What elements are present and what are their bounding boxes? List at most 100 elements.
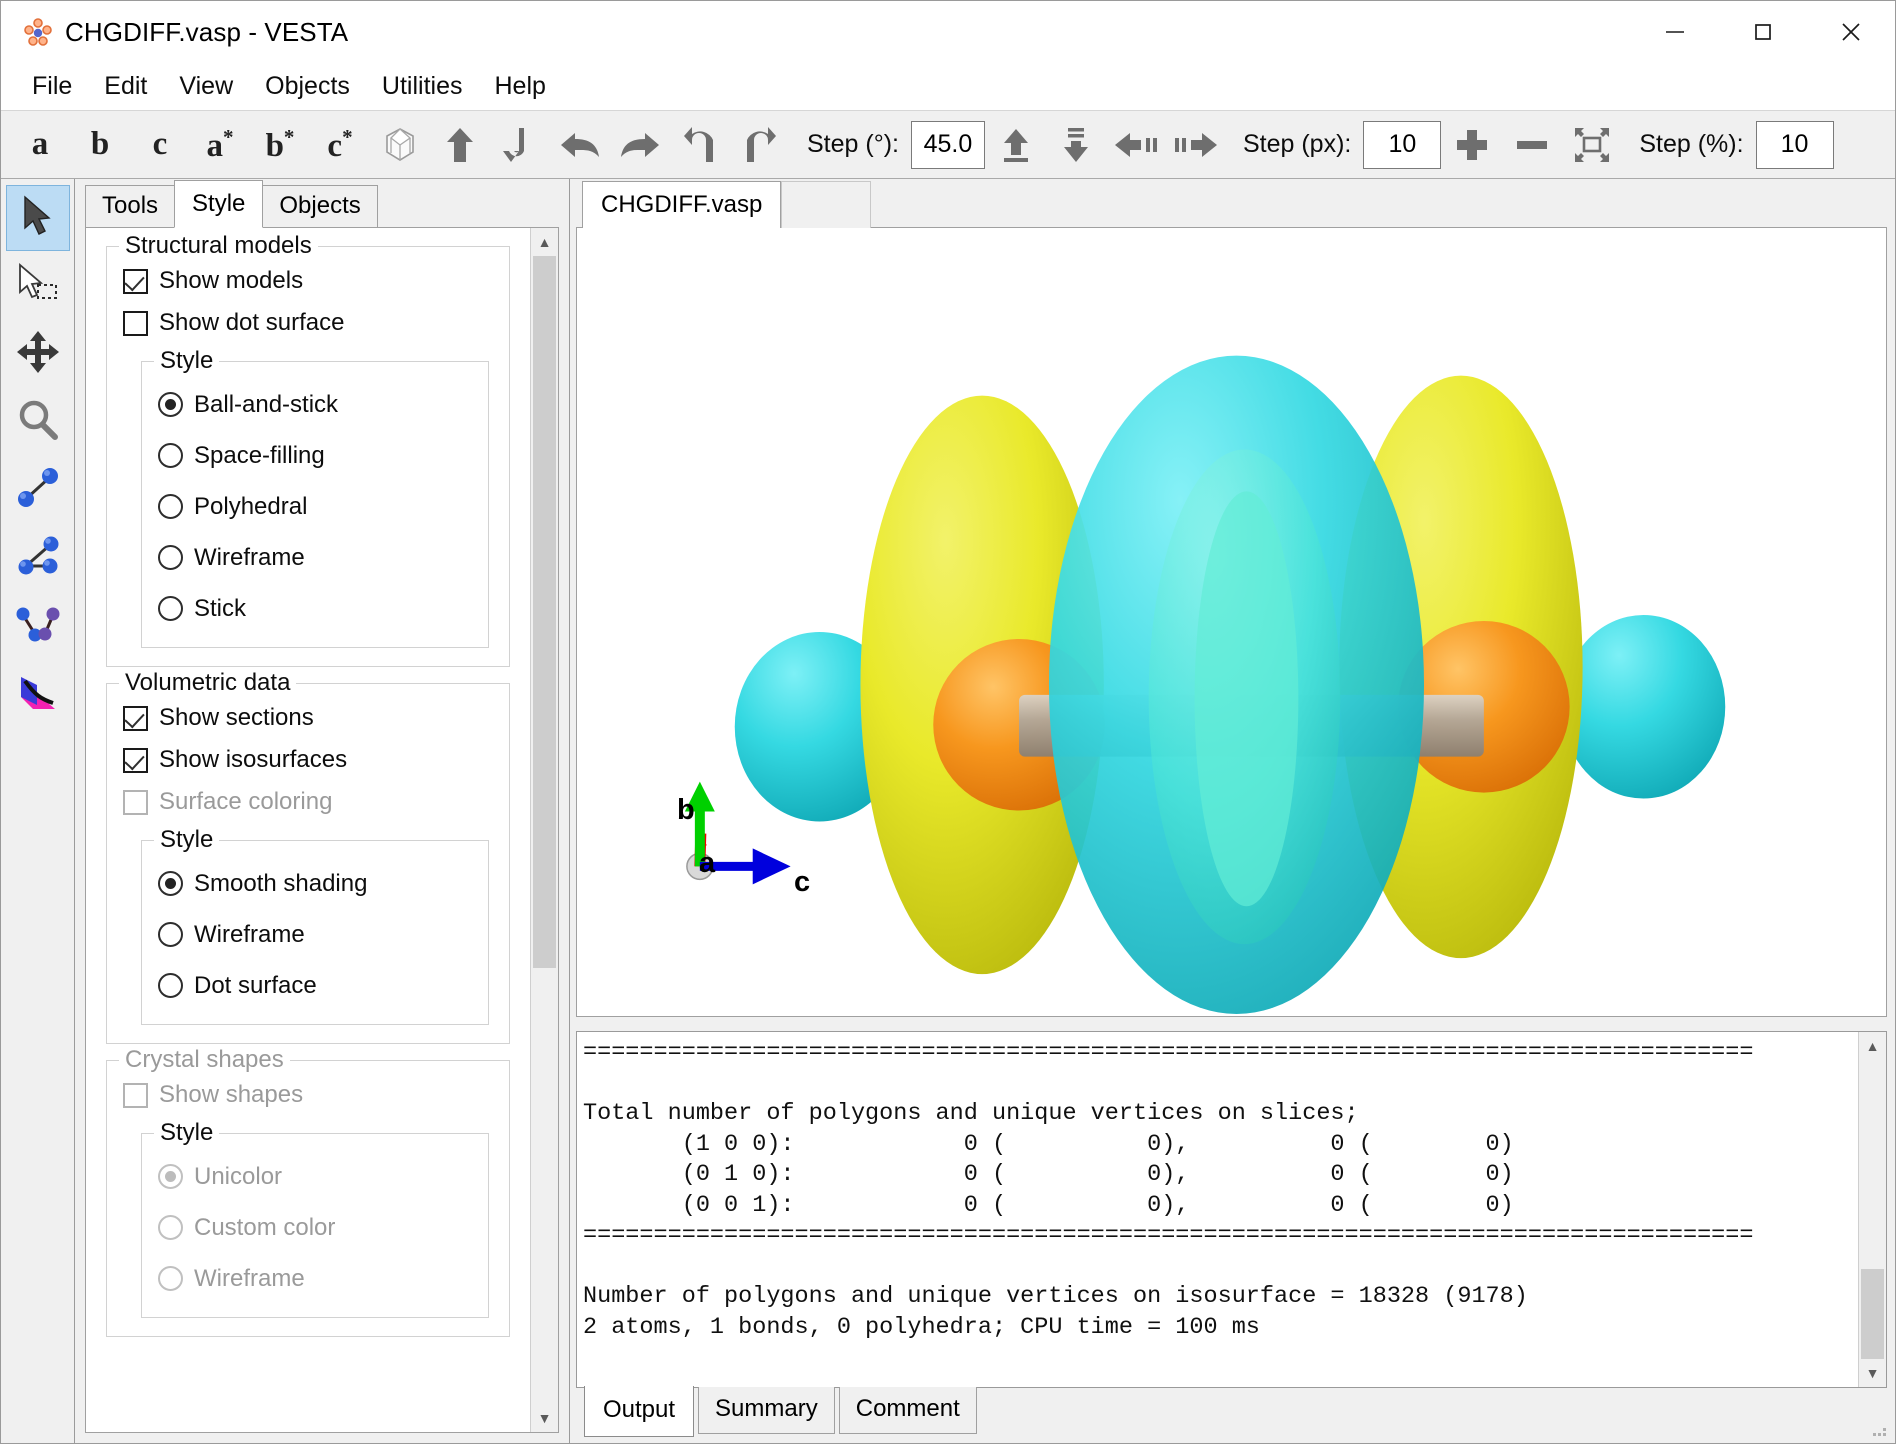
- box-select-tool-button[interactable]: [6, 253, 70, 319]
- show-isosurfaces-checkbox-row[interactable]: Show isosurfaces: [123, 740, 499, 780]
- crystal-style-wireframe-label: Wireframe: [194, 1264, 305, 1292]
- console-scroll-up-arrow-icon[interactable]: ▲: [1859, 1032, 1886, 1060]
- menu-edit[interactable]: Edit: [89, 68, 162, 105]
- step-degrees-input[interactable]: [910, 120, 985, 169]
- show-models-checkbox[interactable]: [123, 268, 148, 294]
- show-sections-checkbox[interactable]: [123, 705, 148, 731]
- tab-objects[interactable]: Objects: [262, 185, 378, 227]
- maximize-button[interactable]: [1719, 1, 1807, 63]
- menu-utilities[interactable]: Utilities: [367, 68, 478, 105]
- menu-objects[interactable]: Objects: [250, 68, 365, 105]
- scroll-down-arrow-icon[interactable]: ▼: [531, 1404, 558, 1432]
- move-left-icon[interactable]: [1107, 116, 1165, 174]
- close-button[interactable]: [1807, 1, 1895, 63]
- volumetric-style-wireframe-row[interactable]: Wireframe: [158, 910, 478, 959]
- rotate-hook-icon[interactable]: [491, 116, 549, 174]
- menu-help[interactable]: Help: [479, 68, 560, 105]
- model-style-wireframe-radio[interactable]: [158, 545, 183, 570]
- show-dot-surface-checkbox[interactable]: [123, 310, 148, 336]
- crystal-style-custom-color-radio: [158, 1215, 183, 1240]
- style-panel-scrollbar[interactable]: ▲ ▼: [530, 228, 558, 1432]
- step-percent-input[interactable]: [1755, 120, 1834, 169]
- crystal-shapes-style-label: Style: [154, 1119, 220, 1147]
- view-along-c-star-button[interactable]: c*: [311, 116, 369, 174]
- model-style-stick-row[interactable]: Stick: [158, 584, 478, 633]
- select-tool-button[interactable]: [5, 185, 70, 251]
- rotate-cw-icon[interactable]: [731, 116, 789, 174]
- model-style-stick-radio[interactable]: [158, 596, 183, 621]
- undo-rotate-left-icon[interactable]: [551, 116, 609, 174]
- view-along-a-button[interactable]: a: [11, 116, 69, 174]
- volumetric-style-dot-surface-row[interactable]: Dot surface: [158, 961, 478, 1010]
- output-console[interactable]: ========================================…: [576, 1031, 1887, 1388]
- move-right-icon[interactable]: [1167, 116, 1225, 174]
- view-along-b-star-button[interactable]: b*: [251, 116, 309, 174]
- console-scrollbar-thumb[interactable]: [1861, 1269, 1884, 1359]
- 3d-viewport[interactable]: b a c: [576, 227, 1887, 1017]
- tab-style[interactable]: Style: [174, 180, 264, 228]
- tab-comment[interactable]: Comment: [838, 1387, 977, 1434]
- minimize-button[interactable]: [1631, 1, 1719, 63]
- resize-grip-icon[interactable]: [1869, 1419, 1889, 1439]
- model-style-wireframe-row[interactable]: Wireframe: [158, 533, 478, 582]
- redo-rotate-right-icon[interactable]: [611, 116, 669, 174]
- polyhedron-view-icon[interactable]: [371, 116, 429, 174]
- distance-tool-button[interactable]: [6, 457, 70, 523]
- show-isosurfaces-checkbox[interactable]: [123, 747, 148, 773]
- volumetric-style-dot-surface-radio[interactable]: [158, 973, 183, 998]
- model-style-polyhedral-row[interactable]: Polyhedral: [158, 482, 478, 531]
- model-style-polyhedral-radio[interactable]: [158, 494, 183, 519]
- model-style-ball-and-stick-row[interactable]: Ball-and-stick: [158, 380, 478, 429]
- volumetric-style-smooth-shading-radio[interactable]: [158, 871, 183, 896]
- scrollbar-thumb[interactable]: [533, 256, 556, 968]
- move-down-icon[interactable]: [1047, 116, 1105, 174]
- style-panel-content: Structural models Show models Show dot s…: [86, 228, 530, 1432]
- view-along-a-star-button[interactable]: a*: [191, 116, 249, 174]
- view-along-c-button[interactable]: c: [131, 116, 189, 174]
- volumetric-style-wireframe-radio[interactable]: [158, 922, 183, 947]
- rotate-ccw-icon[interactable]: [671, 116, 729, 174]
- zoom-out-minus-icon[interactable]: [1503, 116, 1561, 174]
- model-style-space-filling-row[interactable]: Space-filling: [158, 431, 478, 480]
- fit-to-screen-icon[interactable]: [1563, 116, 1621, 174]
- show-isosurfaces-label: Show isosurfaces: [159, 746, 348, 773]
- translate-tool-button[interactable]: [6, 321, 70, 387]
- scroll-up-arrow-icon[interactable]: ▲: [531, 228, 558, 256]
- zoom-tool-button[interactable]: [6, 389, 70, 455]
- viewport-tab-chgdiff[interactable]: CHGDIFF.vasp: [582, 181, 782, 228]
- viewport-tab-empty[interactable]: [781, 181, 872, 228]
- axis-label-a: a: [699, 847, 716, 879]
- menu-view[interactable]: View: [164, 68, 248, 105]
- volumetric-style-smooth-shading-row[interactable]: Smooth shading: [158, 859, 478, 908]
- scrollbar-track[interactable]: [531, 256, 558, 1404]
- show-sections-checkbox-row[interactable]: Show sections: [123, 698, 499, 738]
- console-scrollbar-track[interactable]: [1859, 1060, 1886, 1359]
- torsion-tool-button[interactable]: [6, 593, 70, 659]
- show-dot-surface-checkbox-row[interactable]: Show dot surface: [123, 303, 499, 343]
- style-panel-body: Structural models Show models Show dot s…: [85, 227, 559, 1433]
- tab-output[interactable]: Output: [584, 1386, 695, 1437]
- volumetric-style-dot-surface-label: Dot surface: [194, 971, 317, 999]
- structural-models-group: Structural models Show models Show dot s…: [106, 232, 510, 667]
- step-pixels-input[interactable]: [1363, 120, 1442, 169]
- surface-coloring-checkbox-row: Surface coloring: [123, 782, 499, 822]
- move-up-icon[interactable]: [987, 116, 1045, 174]
- model-style-space-filling-radio[interactable]: [158, 443, 183, 468]
- console-scrollbar[interactable]: ▲ ▼: [1858, 1032, 1886, 1387]
- show-models-checkbox-row[interactable]: Show models: [123, 261, 499, 301]
- tab-summary[interactable]: Summary: [698, 1387, 835, 1434]
- model-style-polyhedral-label: Polyhedral: [194, 492, 308, 520]
- marquee-select-icon: [15, 262, 61, 311]
- console-scroll-down-arrow-icon[interactable]: ▼: [1859, 1359, 1886, 1387]
- zoom-in-plus-icon[interactable]: [1443, 116, 1501, 174]
- step-degrees-label: Step (°):: [807, 130, 899, 158]
- model-style-group: Style Ball-and-stick Space-filling Polyh…: [141, 347, 489, 648]
- model-style-ball-and-stick-radio[interactable]: [158, 392, 183, 417]
- menu-file[interactable]: File: [17, 68, 87, 105]
- rotate-up-icon[interactable]: [431, 116, 489, 174]
- angle-tool-button[interactable]: [6, 525, 70, 591]
- plane-tool-button[interactable]: [6, 661, 70, 727]
- view-along-b-button[interactable]: b: [71, 116, 129, 174]
- viewport-tabs: CHGDIFF.vasp: [576, 181, 1887, 228]
- tab-tools[interactable]: Tools: [85, 185, 176, 227]
